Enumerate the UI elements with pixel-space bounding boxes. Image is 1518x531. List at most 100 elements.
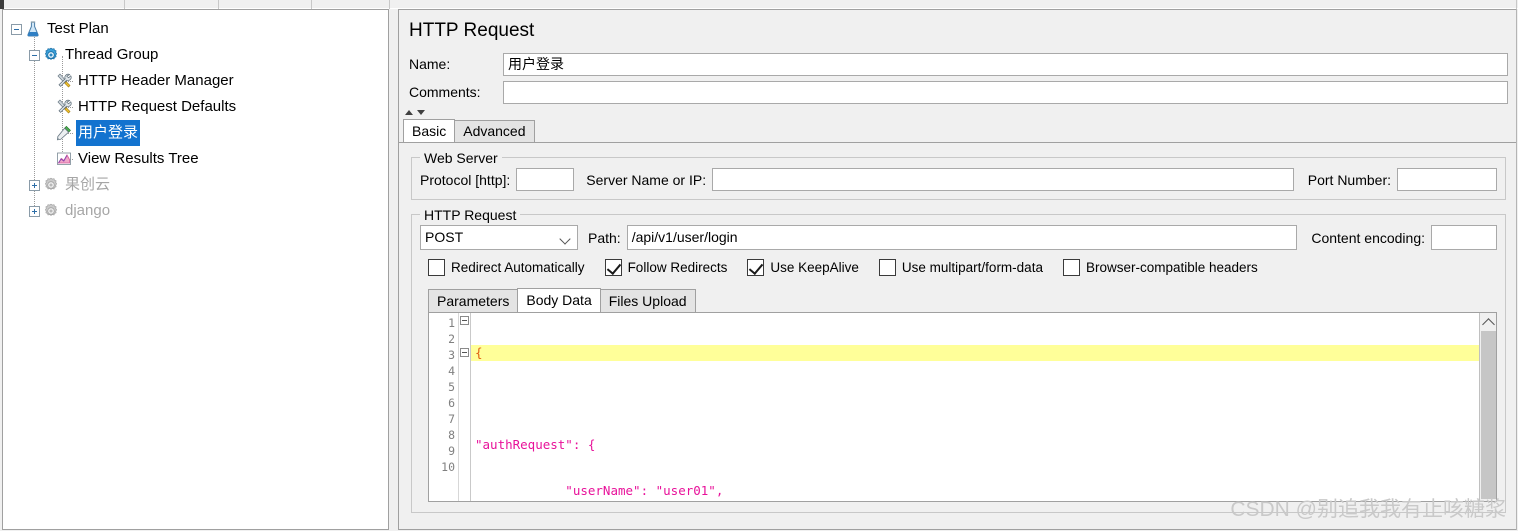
line-number: 3 xyxy=(448,348,455,362)
http-request-group: HTTP Request POST Path: /api/v1/user/log… xyxy=(411,207,1506,513)
tree-item-label: Test Plan xyxy=(47,20,109,37)
chevron-up-icon[interactable] xyxy=(1480,313,1496,330)
checkbox-box-icon[interactable] xyxy=(1062,259,1080,276)
page-title: HTTP Request xyxy=(409,20,535,41)
body-tabs: Parameters Body Data Files Upload xyxy=(420,288,1497,312)
chart-icon xyxy=(55,150,73,168)
checkbox-box-icon[interactable] xyxy=(428,259,445,276)
collapse-handle-icon[interactable] xyxy=(11,23,22,35)
tab-files-upload[interactable]: Files Upload xyxy=(599,289,696,312)
http-request-group-title: HTTP Request xyxy=(420,207,521,223)
expand-handle-icon[interactable] xyxy=(29,179,40,191)
tab-body-data[interactable]: Body Data xyxy=(517,288,601,312)
http-method-value: POST xyxy=(425,229,464,245)
content-encoding-label: Content encoding: xyxy=(1311,229,1425,246)
editor-code-area[interactable]: { "authRequest": { "userName": "user01",… xyxy=(471,313,1496,501)
line-number: 6 xyxy=(448,396,455,410)
request-options-row: Redirect Automatically Follow Redirects … xyxy=(420,259,1497,276)
checkbox-label: Use multipart/form-data xyxy=(901,260,1043,275)
code-line-text: "userName": "user01", xyxy=(475,483,724,498)
code-line: "authRequest": { xyxy=(471,437,1496,453)
checkbox-use-keepalive[interactable]: Use KeepAlive xyxy=(747,259,859,276)
toolbar-grip[interactable] xyxy=(0,0,4,9)
tree-item-label: Thread Group xyxy=(65,46,159,63)
tree-item-http-header-manager[interactable]: HTTP Header Manager xyxy=(3,68,388,94)
gear-grey-icon xyxy=(42,176,60,194)
tree-item-thread-group[interactable]: Thread Group xyxy=(3,42,388,68)
tree-item-http-request-defaults[interactable]: HTTP Request Defaults xyxy=(3,94,388,120)
toolbar-separator xyxy=(124,0,125,9)
protocol-label: Protocol [http]: xyxy=(420,171,511,188)
line-number: 8 xyxy=(448,428,455,442)
triangle-down-icon[interactable] xyxy=(417,110,425,115)
tree-item-label: django xyxy=(65,202,111,219)
line-number: 10 xyxy=(441,460,455,474)
checkbox-box-checked-icon[interactable] xyxy=(604,259,622,276)
toolbar-strip xyxy=(0,0,1518,9)
tree-item-view-results-tree[interactable]: View Results Tree xyxy=(3,146,388,172)
port-number-input[interactable] xyxy=(1397,168,1497,191)
toolbar-separator xyxy=(389,0,390,9)
code-line: "userName": "user01", xyxy=(471,483,1496,499)
main-tabs: Basic Advanced xyxy=(399,119,1516,143)
checkbox-box-icon[interactable] xyxy=(878,259,896,276)
fold-toggle-icon[interactable] xyxy=(460,348,469,357)
line-number: 9 xyxy=(448,444,455,458)
tree-item-guochuangyun[interactable]: 果创云 xyxy=(3,172,388,198)
web-server-group-title: Web Server xyxy=(420,150,502,166)
name-input[interactable]: 用户登录 xyxy=(503,52,1508,76)
checkbox-follow-redirects[interactable]: Follow Redirects xyxy=(604,259,728,276)
checkbox-redirect-automatically[interactable]: Redirect Automatically xyxy=(428,259,585,276)
line-number: 1 xyxy=(448,316,455,330)
tab-advanced[interactable]: Advanced xyxy=(454,120,535,142)
tree-item-django[interactable]: django xyxy=(3,198,388,224)
name-label: Name: xyxy=(409,56,451,72)
http-request-panel: HTTP Request Name: 用户登录 Comments: Basic … xyxy=(398,9,1516,530)
test-plan-tree-panel[interactable]: Test Plan Thread Group HTTP Header Manag… xyxy=(2,9,389,530)
line-number: 2 xyxy=(448,332,455,346)
fold-toggle-icon[interactable] xyxy=(460,316,469,325)
toolbar-separator xyxy=(1516,0,1517,9)
checkbox-box-checked-icon[interactable] xyxy=(747,259,765,276)
scrollbar-thumb[interactable] xyxy=(1481,331,1496,499)
tree-item-test-plan[interactable]: Test Plan xyxy=(3,16,388,42)
line-number: 7 xyxy=(448,412,455,426)
flask-icon xyxy=(24,20,42,38)
path-label: Path: xyxy=(588,229,621,246)
tab-basic[interactable]: Basic xyxy=(403,119,456,142)
http-method-select[interactable]: POST xyxy=(420,225,578,250)
tree-item-label: 果创云 xyxy=(65,176,111,193)
pipette-icon xyxy=(55,124,73,142)
triangle-up-icon[interactable] xyxy=(405,110,413,115)
path-input[interactable]: /api/v1/user/login xyxy=(626,225,1298,250)
content-encoding-input[interactable] xyxy=(1431,225,1497,250)
web-server-row: Protocol [http]: Server Name or IP: Port… xyxy=(420,168,1497,191)
tree-item-label: HTTP Request Defaults xyxy=(78,98,237,115)
chevron-down-icon xyxy=(559,233,571,245)
code-line-text: "authRequest": { xyxy=(475,437,596,452)
expand-handle-icon[interactable] xyxy=(29,205,40,217)
protocol-input[interactable] xyxy=(516,168,575,191)
tree-item-http-request-sampler[interactable]: 用户登录 xyxy=(3,120,388,146)
tree-item-label: 用户登录 xyxy=(76,120,141,146)
comments-input[interactable] xyxy=(503,80,1508,104)
editor-gutter: 1 2 3 4 5 6 7 8 9 10 xyxy=(429,313,459,501)
body-data-editor[interactable]: 1 2 3 4 5 6 7 8 9 10 {"authRequest": {… xyxy=(428,312,1497,502)
server-name-label: Server Name or IP: xyxy=(586,171,707,188)
checkbox-label: Redirect Automatically xyxy=(451,260,585,275)
checkbox-label: Follow Redirects xyxy=(627,260,728,275)
server-name-input[interactable] xyxy=(712,168,1294,191)
panel-splitter[interactable] xyxy=(391,9,398,530)
tab-parameters[interactable]: Parameters xyxy=(428,289,519,312)
toolbar-separator xyxy=(311,0,312,9)
tree-item-label: View Results Tree xyxy=(78,150,199,167)
tree-content: Test Plan Thread Group HTTP Header Manag… xyxy=(3,10,388,224)
collapse-handle-icon[interactable] xyxy=(29,49,40,61)
section-collapse-controls[interactable] xyxy=(405,108,1516,118)
editor-vertical-scrollbar[interactable] xyxy=(1479,313,1496,501)
editor-fold-column[interactable] xyxy=(459,313,471,501)
checkbox-use-multipart-form-data[interactable]: Use multipart/form-data xyxy=(878,259,1043,276)
checkbox-browser-compatible-headers[interactable]: Browser-compatible headers xyxy=(1062,259,1258,276)
port-number-label: Port Number: xyxy=(1307,171,1391,188)
